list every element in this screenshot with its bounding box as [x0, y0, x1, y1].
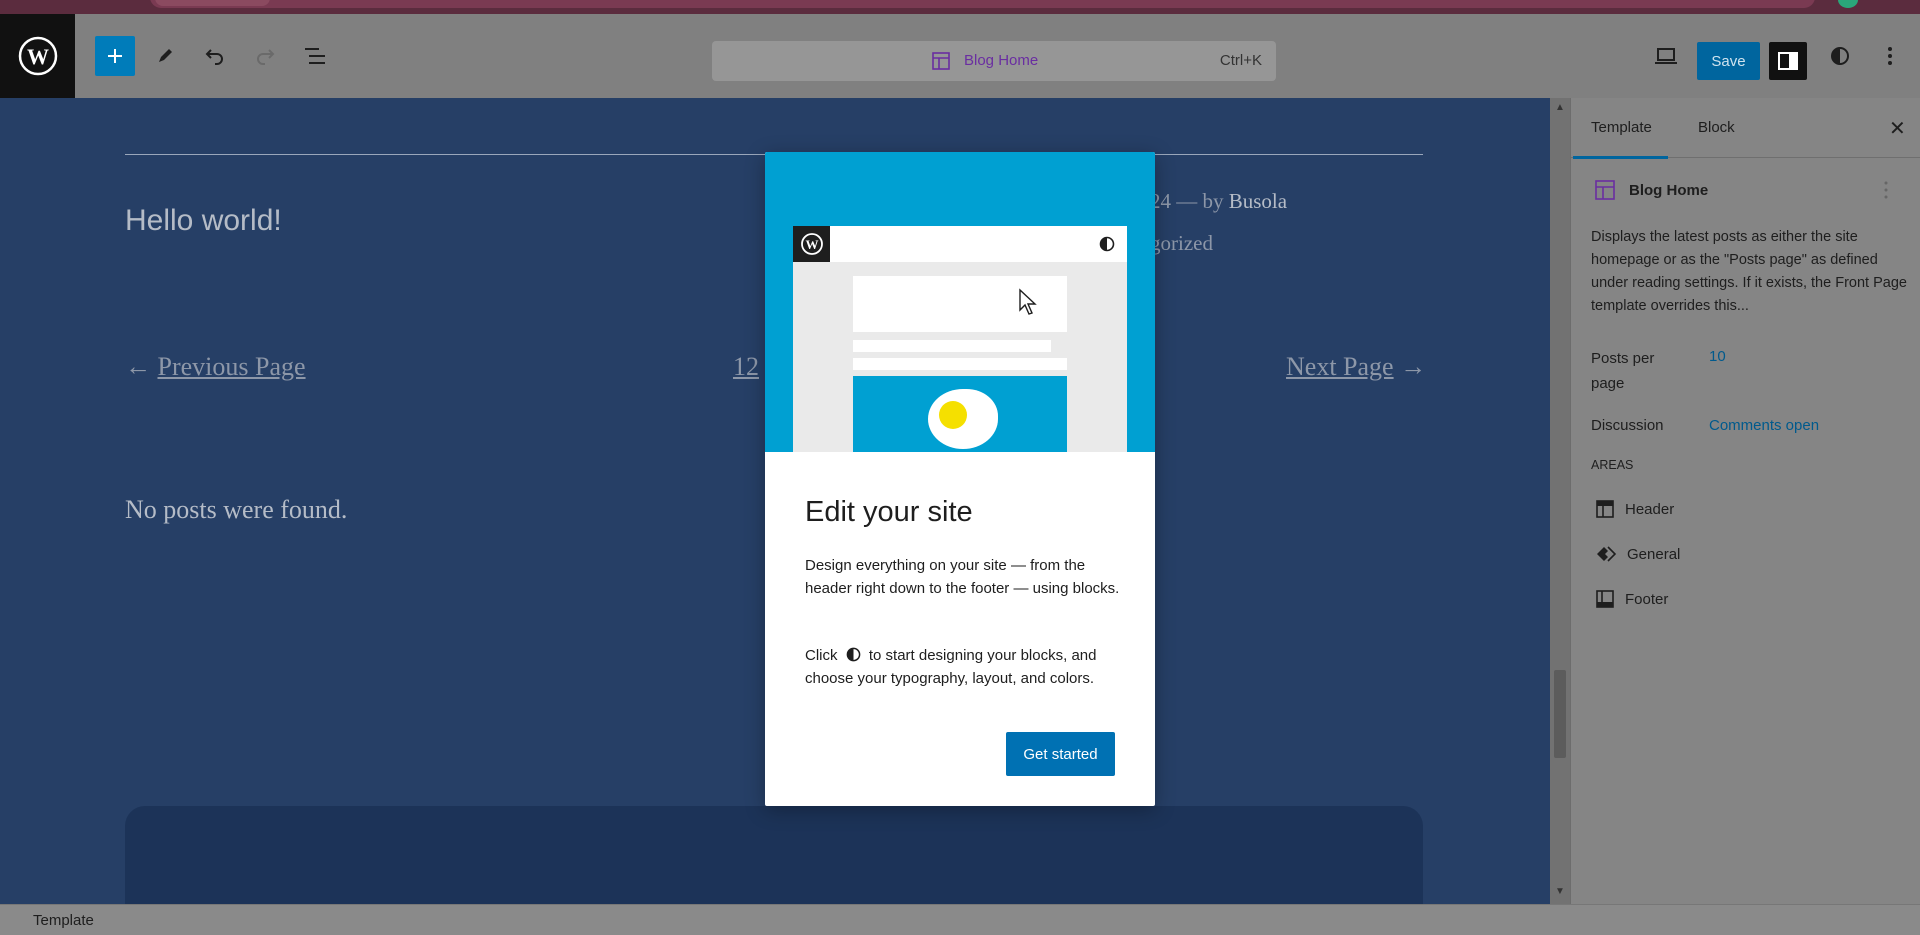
illustration-editor-mock: W [793, 226, 1127, 452]
paragraph-text: Click [805, 647, 838, 664]
contrast-icon [1099, 236, 1115, 252]
template-icon [932, 52, 950, 70]
previous-page-link[interactable]: ← Previous Page [125, 352, 306, 382]
get-started-button[interactable]: Get started [1006, 732, 1115, 776]
cursor-icon [1019, 288, 1037, 315]
settings-toggle-button[interactable] [1769, 42, 1807, 80]
sidebar-tabs: Template Block ✕ [1571, 98, 1920, 159]
template-description: Displays the latest posts as either the … [1591, 229, 1907, 314]
contrast-icon [846, 647, 861, 662]
area-label: General [1627, 545, 1681, 563]
editor-toolbar: W Blog Home Ctrl+K Save [0, 14, 1920, 98]
command-palette-bar[interactable]: Blog Home Ctrl+K [712, 41, 1276, 81]
svg-text:W: W [27, 44, 49, 69]
profile-avatar[interactable] [1838, 0, 1858, 8]
add-block-button[interactable] [95, 36, 135, 76]
post-meta-prefix: 24 — by [1150, 189, 1229, 213]
current-template-title: Blog Home [964, 52, 1039, 69]
area-label: Footer [1625, 590, 1669, 608]
redo-icon [257, 49, 275, 65]
post-author[interactable]: Busola [1229, 189, 1287, 213]
settings-sidebar: Template Block ✕ Blog Home Displays the … [1570, 98, 1920, 904]
modal-title: Edit your site [805, 496, 973, 528]
more-vertical-icon[interactable] [1883, 180, 1889, 200]
scroll-down-arrow-icon[interactable]: ▼ [1555, 886, 1565, 897]
page-numbers[interactable]: 12 [733, 352, 759, 382]
area-general[interactable]: General [1595, 539, 1895, 569]
previous-page-label: Previous Page [157, 352, 306, 381]
preview-button[interactable] [1646, 36, 1686, 76]
pencil-icon [159, 49, 172, 62]
modal-paragraph: Design everything on your site — from th… [805, 557, 1120, 597]
diamond-icon [1597, 546, 1617, 562]
footer-group-block[interactable] [125, 806, 1423, 904]
illustration-line [853, 340, 1051, 352]
template-icon [1595, 180, 1615, 200]
more-vertical-icon [1888, 47, 1892, 65]
address-bar[interactable] [150, 0, 1815, 8]
posts-per-page-label: Posts per page [1591, 350, 1655, 392]
wordpress-icon: W [793, 226, 830, 262]
welcome-illustration: W [765, 152, 1155, 452]
welcome-guide-modal: W Edit your site Design everything on yo… [765, 152, 1155, 806]
sidebar-icon [1778, 52, 1798, 70]
options-menu-button[interactable] [1870, 36, 1910, 76]
list-view-icon [305, 48, 325, 64]
undo-button[interactable] [195, 36, 235, 76]
next-page-label: Next Page [1286, 352, 1394, 381]
post-meta-category[interactable]: gorized [1150, 231, 1213, 256]
illustration-image-block [853, 376, 1067, 452]
page-numbers-label: 12 [733, 352, 759, 381]
discussion-label: Discussion [1591, 417, 1664, 434]
next-page-link[interactable]: Next Page → [1286, 352, 1426, 382]
breadcrumb[interactable]: Template [33, 912, 94, 929]
laptop-icon [1655, 48, 1677, 64]
area-footer[interactable]: Footer [1595, 584, 1895, 614]
svg-text:W: W [805, 237, 818, 252]
scrollbar-thumb[interactable] [1554, 670, 1566, 758]
tab-block[interactable]: Block [1698, 98, 1735, 158]
post-meta-date-author: 24 — by Busola [1150, 189, 1287, 214]
command-shortcut: Ctrl+K [1219, 52, 1262, 69]
discussion-value[interactable]: Comments open [1709, 417, 1819, 434]
status-bar: Template [0, 904, 1920, 935]
save-button[interactable]: Save [1697, 42, 1760, 80]
browser-chrome [0, 0, 1920, 14]
wordpress-logo-button[interactable]: W [0, 14, 75, 98]
posts-per-page-value[interactable]: 10 [1709, 348, 1726, 365]
egg-yolk [939, 401, 967, 429]
document-overview-button[interactable] [295, 36, 335, 76]
illustration-line [853, 358, 1067, 370]
tab-template[interactable]: Template [1573, 98, 1668, 159]
contrast-icon [1831, 47, 1849, 65]
area-label: Header [1625, 500, 1675, 518]
canvas-scrollbar[interactable]: ▲ ▼ [1550, 98, 1570, 904]
modal-paragraph: Click to start designing your blocks, an… [805, 644, 1125, 690]
wordpress-icon: W [18, 36, 57, 76]
browser-tab[interactable] [155, 0, 270, 6]
no-posts-message: No posts were found. [125, 495, 348, 524]
footer-area-icon [1596, 590, 1614, 608]
sidebar-template-title: Blog Home [1629, 182, 1709, 199]
tools-button[interactable] [145, 36, 185, 76]
styles-button[interactable] [1820, 36, 1860, 76]
illustration-topbar [793, 226, 1127, 262]
arrow-left-icon: ← [125, 352, 151, 381]
post-title[interactable]: Hello world! [125, 204, 282, 238]
arrow-right-icon: → [1400, 352, 1427, 381]
area-header[interactable]: Header [1595, 494, 1895, 524]
undo-icon [205, 49, 223, 65]
redo-button[interactable] [245, 36, 285, 76]
plus-icon [108, 49, 122, 63]
header-area-icon [1596, 500, 1614, 518]
areas-heading: AREAS [1591, 458, 1634, 472]
scroll-up-arrow-icon[interactable]: ▲ [1555, 102, 1565, 113]
close-icon[interactable]: ✕ [1889, 116, 1906, 141]
